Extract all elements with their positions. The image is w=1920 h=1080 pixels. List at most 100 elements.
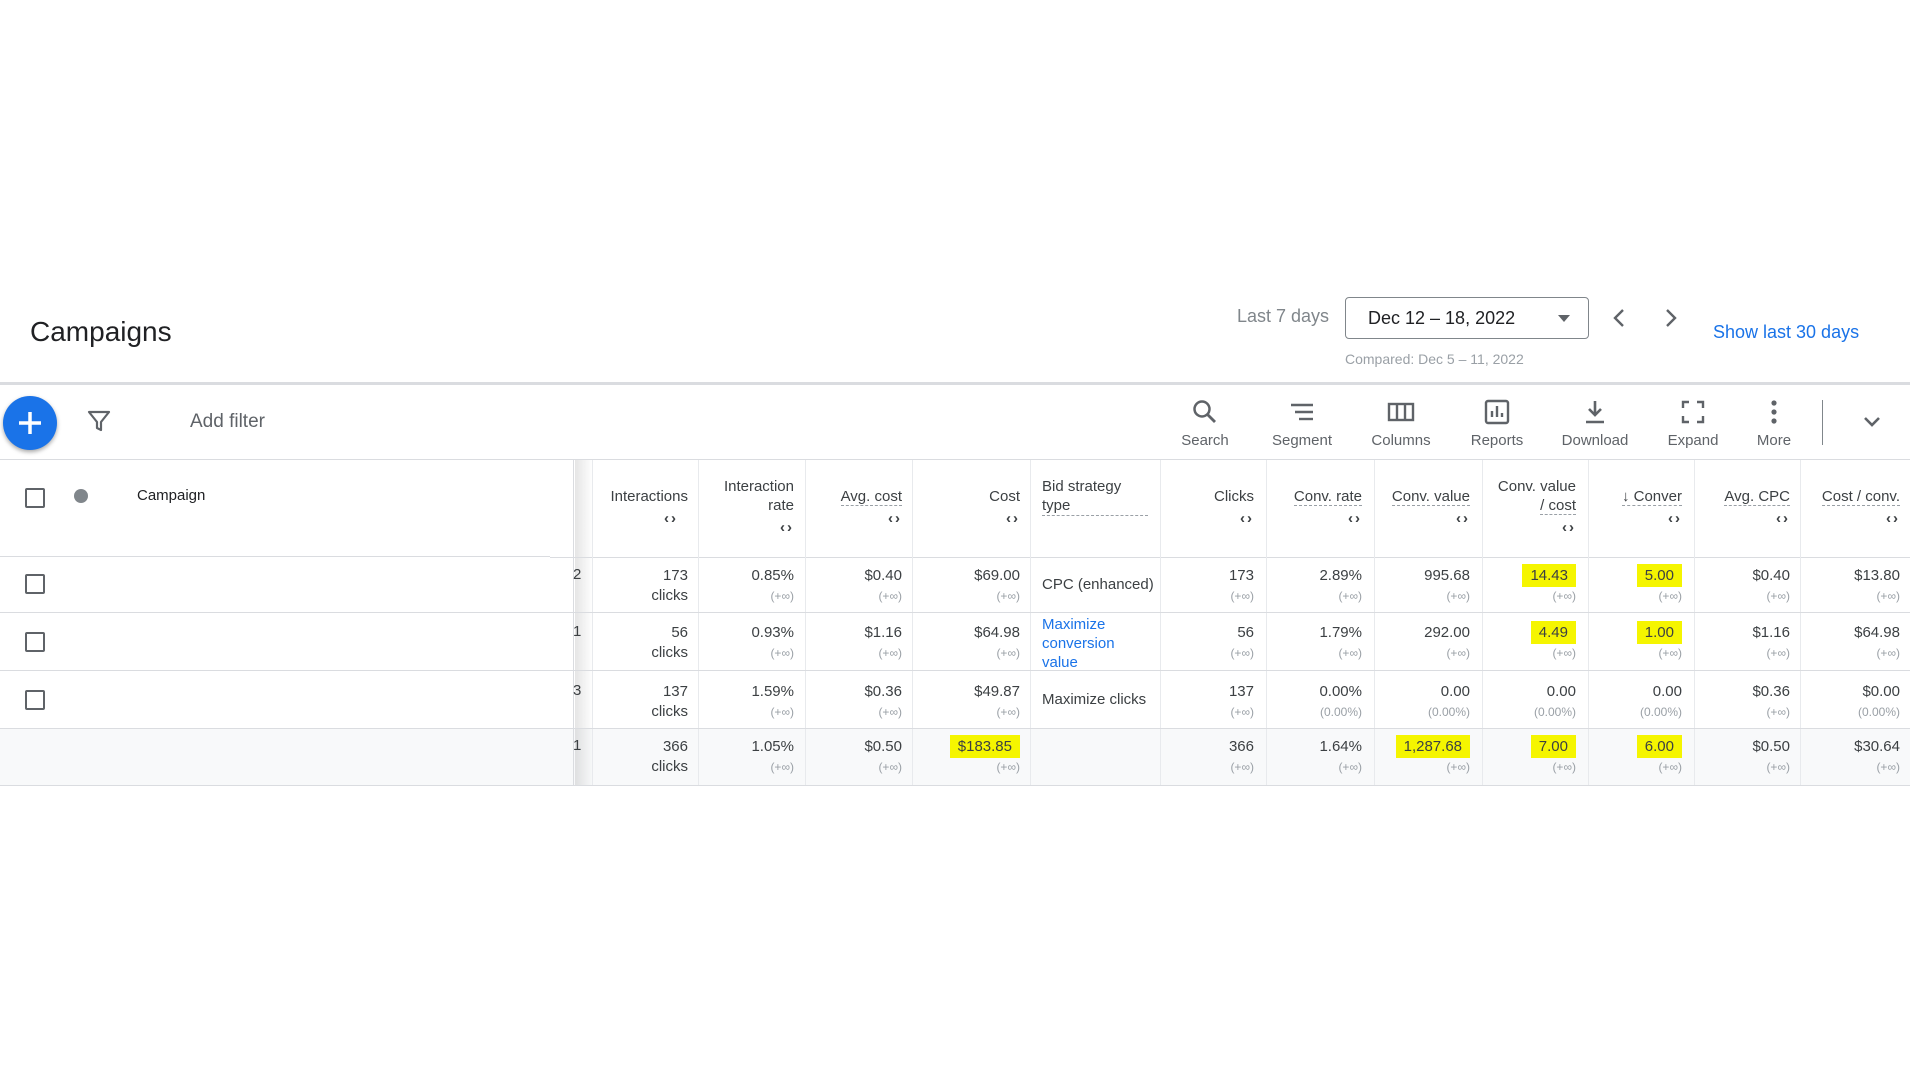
cell-interaction-rate: 1.05% (+∞) <box>751 738 794 774</box>
column-header-label: Bid strategy <box>1042 478 1122 495</box>
cell-conversions: 5.00 (+∞) <box>1594 564 1682 606</box>
truncated-cell: 1 <box>573 737 582 754</box>
sort-arrows-icon[interactable]: ‹› <box>1486 518 1576 537</box>
cell-conv-value-cost: 4.49 (+∞) <box>1486 621 1576 663</box>
sort-arrows-icon[interactable]: ‹› <box>1700 509 1790 528</box>
sort-arrows-icon[interactable]: ‹› <box>700 518 794 537</box>
column-header-label: Avg. cost <box>840 488 902 506</box>
reports-button-label: Reports <box>1470 432 1524 449</box>
reports-button[interactable]: Reports <box>1452 398 1542 449</box>
sort-arrows-icon[interactable]: ‹› <box>590 509 688 528</box>
cell-cost: $64.98 (+∞) <box>974 624 1020 660</box>
column-header-interactions[interactable]: Interactions ‹› <box>590 487 688 528</box>
column-header-cost[interactable]: Cost ‹› <box>936 487 1020 528</box>
cell-cost-per-conv: $30.64 (+∞) <box>1854 738 1900 774</box>
column-header-conv-value[interactable]: Conv. value ‹› <box>1380 487 1470 528</box>
table-bottom-divider <box>0 785 1910 786</box>
cell-bid-strategy: CPC (enhanced) <box>1042 576 1154 593</box>
sort-arrows-icon[interactable]: ‹› <box>812 509 902 528</box>
column-header-conv-value-cost[interactable]: Conv. value / cost ‹› <box>1486 477 1576 537</box>
column-header-label: / cost <box>1540 497 1576 515</box>
column-header-conv-rate[interactable]: Conv. rate ‹› <box>1272 487 1362 528</box>
previous-period-button[interactable] <box>1604 303 1634 333</box>
collapse-button[interactable] <box>1858 410 1886 434</box>
sort-arrows-icon[interactable]: ‹› <box>1806 509 1900 528</box>
sort-arrows-icon[interactable]: ‹› <box>1170 509 1254 528</box>
more-button-label: More <box>1756 432 1792 449</box>
cell-conv-value: 292.00 (+∞) <box>1424 624 1470 660</box>
download-button[interactable]: Download <box>1550 398 1640 449</box>
row-checkbox[interactable] <box>25 690 45 710</box>
add-campaign-button[interactable] <box>3 396 57 450</box>
expand-icon <box>1681 400 1705 424</box>
reports-icon <box>1484 399 1510 425</box>
truncated-cell: 1 <box>573 623 582 640</box>
columns-button-label: Columns <box>1371 432 1431 449</box>
show-last-30-days-link[interactable]: Show last 30 days <box>1713 322 1859 343</box>
highlight: 14.43 <box>1522 564 1576 587</box>
cell-clicks: 366 (+∞) <box>1228 738 1254 774</box>
sort-arrows-icon[interactable]: ‹› <box>1272 509 1362 528</box>
column-header-interaction-rate[interactable]: Interaction rate ‹› <box>700 477 794 537</box>
plus-icon <box>19 412 41 434</box>
column-separator <box>912 460 913 786</box>
cell-interaction-rate: 1.59% (+∞) <box>751 683 794 719</box>
sort-arrows-icon[interactable]: ‹› <box>1380 509 1470 528</box>
column-header-label: Avg. CPC <box>1724 488 1790 506</box>
more-button[interactable]: More <box>1729 398 1819 449</box>
column-header-avg-cpc[interactable]: Avg. CPC ‹› <box>1700 487 1790 528</box>
row-divider <box>0 612 1910 613</box>
download-button-label: Download <box>1561 432 1629 449</box>
column-header-label: Conv. value <box>1497 478 1576 495</box>
column-header-label: Interaction <box>723 478 794 495</box>
toolbar-divider <box>0 459 1910 460</box>
segment-button[interactable]: Segment <box>1257 398 1347 449</box>
search-button[interactable]: Search <box>1160 398 1250 449</box>
expand-button-label: Expand <box>1667 432 1719 449</box>
column-separator <box>1588 460 1589 786</box>
campaign-column-header[interactable]: Campaign <box>137 487 205 504</box>
column-header-label: Conv. rate <box>1293 488 1362 506</box>
column-header-conversions[interactable]: ↓ Conver ‹› <box>1594 487 1682 528</box>
column-header-cost-per-conv[interactable]: Cost / conv. ‹› <box>1806 487 1900 528</box>
row-checkbox[interactable] <box>25 574 45 594</box>
truncated-cell: 2 <box>573 566 582 583</box>
column-header-label: Interactions <box>610 488 688 505</box>
column-separator <box>805 460 806 786</box>
sort-arrows-icon[interactable]: ‹› <box>936 509 1020 528</box>
cell-avg-cost: $0.40 (+∞) <box>864 567 902 603</box>
cell-interaction-rate: 0.85% (+∞) <box>751 567 794 603</box>
header-row-divider <box>550 557 1910 558</box>
cell-cost: $69.00 (+∞) <box>974 567 1020 603</box>
columns-button[interactable]: Columns <box>1356 398 1446 449</box>
add-filter-input[interactable]: Add filter <box>190 411 265 433</box>
filter-icon[interactable] <box>86 408 112 434</box>
row-checkbox[interactable] <box>25 632 45 652</box>
truncated-cell: 3 <box>573 682 582 699</box>
next-period-button[interactable] <box>1656 303 1686 333</box>
page-title: Campaigns <box>30 316 172 347</box>
date-range-value: Dec 12 – 18, 2022 <box>1368 308 1516 328</box>
column-header-bid-strategy-type[interactable]: Bid strategy type <box>1042 477 1152 516</box>
highlight: 5.00 <box>1636 564 1682 587</box>
highlight: 6.00 <box>1636 735 1682 758</box>
column-header-clicks[interactable]: Clicks ‹› <box>1170 487 1254 528</box>
more-vert-icon <box>1771 400 1777 424</box>
cell-conv-value: 995.68 (+∞) <box>1424 567 1470 603</box>
chevron-down-icon <box>1864 417 1880 427</box>
header-divider <box>0 382 1910 385</box>
cell-clicks: 137 (+∞) <box>1228 683 1254 719</box>
expand-button[interactable]: Expand <box>1648 398 1738 449</box>
select-all-checkbox[interactable] <box>25 488 45 508</box>
search-button-label: Search <box>1181 432 1229 449</box>
download-icon <box>1586 401 1604 424</box>
column-separator <box>1266 460 1267 786</box>
cell-clicks: 56 (+∞) <box>1230 624 1254 660</box>
bid-strategy-link[interactable]: Maximize conversion value <box>1042 615 1162 672</box>
column-header-avg-cost[interactable]: Avg. cost ‹› <box>812 487 902 528</box>
highlight: 7.00 <box>1530 735 1576 758</box>
segment-icon <box>1291 403 1313 421</box>
compared-range: Compared: Dec 5 – 11, 2022 <box>1345 351 1524 367</box>
sort-arrows-icon[interactable]: ‹› <box>1594 509 1682 528</box>
date-range-select[interactable]: Dec 12 – 18, 2022 <box>1345 297 1589 339</box>
